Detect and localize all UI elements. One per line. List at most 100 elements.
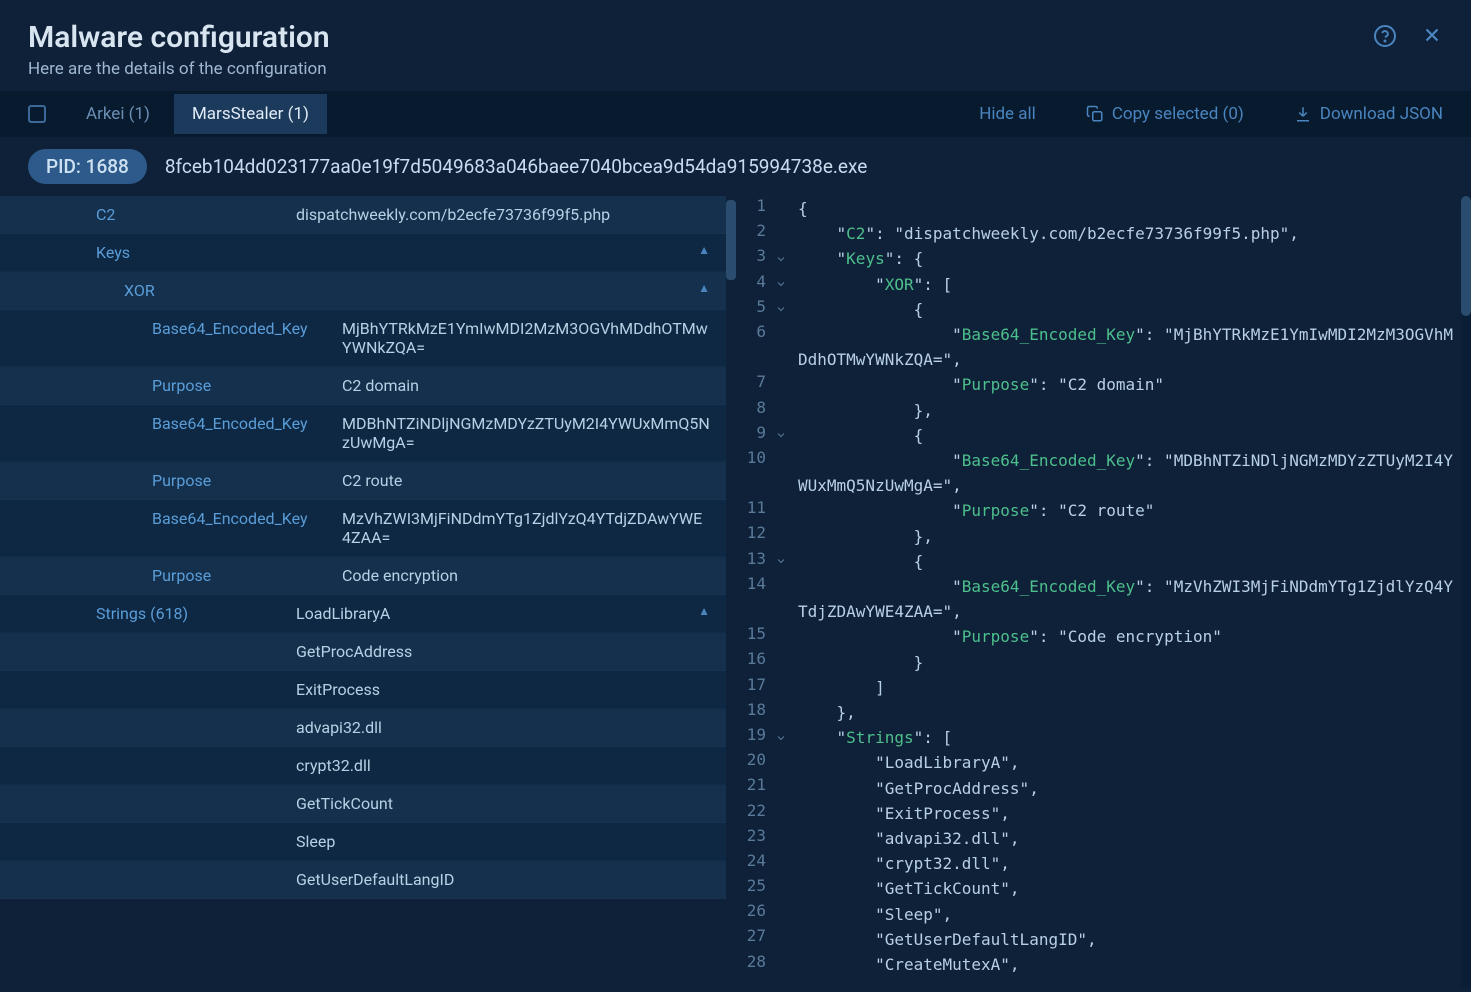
tree-row-c2[interactable]: C2 dispatchweekly.com/b2ecfe73736f99f5.p… — [0, 196, 726, 234]
collapse-up-icon[interactable]: ▲ — [698, 243, 710, 257]
code-line: "LoadLibraryA", — [798, 750, 1461, 775]
code-line: { — [798, 196, 1461, 221]
download-icon — [1294, 105, 1312, 123]
code-line: { — [798, 297, 1461, 322]
header: Malware configuration Here are the detai… — [0, 0, 1471, 91]
download-json-label: Download JSON — [1320, 104, 1443, 124]
line-number: 9 — [734, 423, 772, 448]
tree-row[interactable]: advapi32.dll — [0, 709, 726, 747]
line-number: 19 — [734, 725, 772, 750]
fold-spacer — [772, 196, 790, 221]
tree-value: GetProcAddress — [296, 642, 710, 661]
fold-spacer — [772, 372, 790, 397]
tree-row-keys[interactable]: Keys ▲ — [0, 234, 726, 272]
hide-all-label: Hide all — [979, 104, 1036, 124]
tree-value: LoadLibraryA — [296, 604, 698, 623]
tree-value: crypt32.dll — [296, 756, 710, 775]
close-icon[interactable] — [1421, 24, 1443, 52]
fold-down-icon[interactable] — [772, 297, 790, 322]
code-area[interactable]: { "C2": "dispatchweekly.com/b2ecfe73736f… — [790, 196, 1461, 988]
tree-row[interactable]: GetUserDefaultLangID — [0, 861, 726, 899]
line-number: 3 — [734, 246, 772, 271]
tree-row[interactable]: GetTickCount — [0, 785, 726, 823]
json-viewer: 1234567891011121314151617181920212223242… — [734, 196, 1471, 988]
fold-down-icon[interactable] — [772, 272, 790, 297]
fold-spacer — [772, 700, 790, 725]
tab-arkei[interactable]: Arkei (1) — [68, 94, 168, 134]
line-gutter: 1234567891011121314151617181920212223242… — [734, 196, 772, 988]
tree-row[interactable]: Sleep — [0, 823, 726, 861]
tree-row-xor[interactable]: XOR ▲ — [0, 272, 726, 310]
page-subtitle: Here are the details of the configuratio… — [28, 59, 1373, 79]
select-all-checkbox[interactable] — [28, 105, 46, 123]
line-number: 27 — [734, 926, 772, 951]
right-scrollbar[interactable] — [1461, 196, 1471, 988]
fold-down-icon[interactable] — [772, 725, 790, 750]
fold-spacer — [772, 574, 790, 624]
code-line: { — [798, 423, 1461, 448]
copy-icon — [1086, 105, 1104, 123]
tree-row[interactable]: Base64_Encoded_KeyMjBhYTRkMzE1YmIwMDI2Mz… — [0, 310, 726, 367]
tree-key: Keys — [96, 243, 146, 262]
fold-spacer — [772, 322, 790, 372]
tree-value: MzVhZWI3MjFiNDdmYTg1ZjdlYzQ4YTdjZDAwYWE4… — [342, 509, 710, 547]
tree-row[interactable]: PurposeCode encryption — [0, 557, 726, 595]
hide-all-button[interactable]: Hide all — [979, 104, 1036, 124]
tree-value: Sleep — [296, 832, 710, 851]
help-icon[interactable] — [1373, 24, 1397, 52]
tab-marsstealer[interactable]: MarsStealer (1) — [174, 94, 327, 134]
tabs-bar: Arkei (1) MarsStealer (1) Hide all Copy … — [0, 91, 1471, 137]
fold-spacer — [772, 775, 790, 800]
pid-badge: PID: 1688 — [28, 149, 147, 184]
tree-row[interactable]: Base64_Encoded_KeyMzVhZWI3MjFiNDdmYTg1Zj… — [0, 500, 726, 557]
fold-spacer — [772, 624, 790, 649]
fold-spacer — [772, 926, 790, 951]
fold-down-icon[interactable] — [772, 423, 790, 448]
collapse-up-icon[interactable]: ▲ — [698, 604, 710, 618]
fold-gutter — [772, 196, 790, 988]
tree-key: Purpose — [152, 471, 342, 490]
fold-spacer — [772, 398, 790, 423]
line-number: 17 — [734, 675, 772, 700]
line-number: 11 — [734, 498, 772, 523]
tree-row[interactable]: PurposeC2 route — [0, 462, 726, 500]
line-number: 18 — [734, 700, 772, 725]
left-scrollbar[interactable] — [726, 200, 734, 992]
tree-value: MDBhNTZiNDljNGMzMDYzZTUyM2I4YWUxMmQ5NzUw… — [342, 414, 710, 452]
tree-key: Base64_Encoded_Key — [152, 509, 342, 528]
line-number: 2 — [734, 221, 772, 246]
code-line: "GetUserDefaultLangID", — [798, 927, 1461, 952]
line-number: 20 — [734, 750, 772, 775]
fold-spacer — [772, 851, 790, 876]
line-number: 15 — [734, 624, 772, 649]
tree-row[interactable]: GetProcAddress — [0, 633, 726, 671]
tree-key: Purpose — [152, 566, 342, 585]
tree-row[interactable]: PurposeC2 domain — [0, 367, 726, 405]
tree-value: C2 domain — [342, 376, 710, 395]
download-json-button[interactable]: Download JSON — [1294, 104, 1443, 124]
tree-row-strings[interactable]: Strings (618) LoadLibraryA ▲ — [0, 595, 726, 633]
page-title: Malware configuration — [28, 20, 1373, 55]
fold-spacer — [772, 876, 790, 901]
tree-row[interactable]: crypt32.dll — [0, 747, 726, 785]
code-line: "Sleep", — [798, 902, 1461, 927]
line-number: 16 — [734, 649, 772, 674]
tree-value: MjBhYTRkMzE1YmIwMDI2MzM3OGVhMDdhOTMwYWNk… — [342, 319, 710, 357]
tree-value: GetTickCount — [296, 794, 710, 813]
fold-spacer — [772, 901, 790, 926]
tree-row[interactable]: ExitProcess — [0, 671, 726, 709]
code-line: "advapi32.dll", — [798, 826, 1461, 851]
fold-spacer — [772, 675, 790, 700]
tree-key: Base64_Encoded_Key — [152, 414, 342, 433]
copy-selected-button[interactable]: Copy selected (0) — [1086, 104, 1244, 124]
fold-down-icon[interactable] — [772, 246, 790, 271]
fold-spacer — [772, 649, 790, 674]
fold-spacer — [772, 801, 790, 826]
tree-value: C2 route — [342, 471, 710, 490]
fold-down-icon[interactable] — [772, 549, 790, 574]
tree-row[interactable]: Base64_Encoded_KeyMDBhNTZiNDljNGMzMDYzZT… — [0, 405, 726, 462]
line-number: 24 — [734, 851, 772, 876]
code-line: }, — [798, 524, 1461, 549]
code-line: "Purpose": "C2 domain" — [798, 372, 1461, 397]
collapse-up-icon[interactable]: ▲ — [698, 281, 710, 295]
